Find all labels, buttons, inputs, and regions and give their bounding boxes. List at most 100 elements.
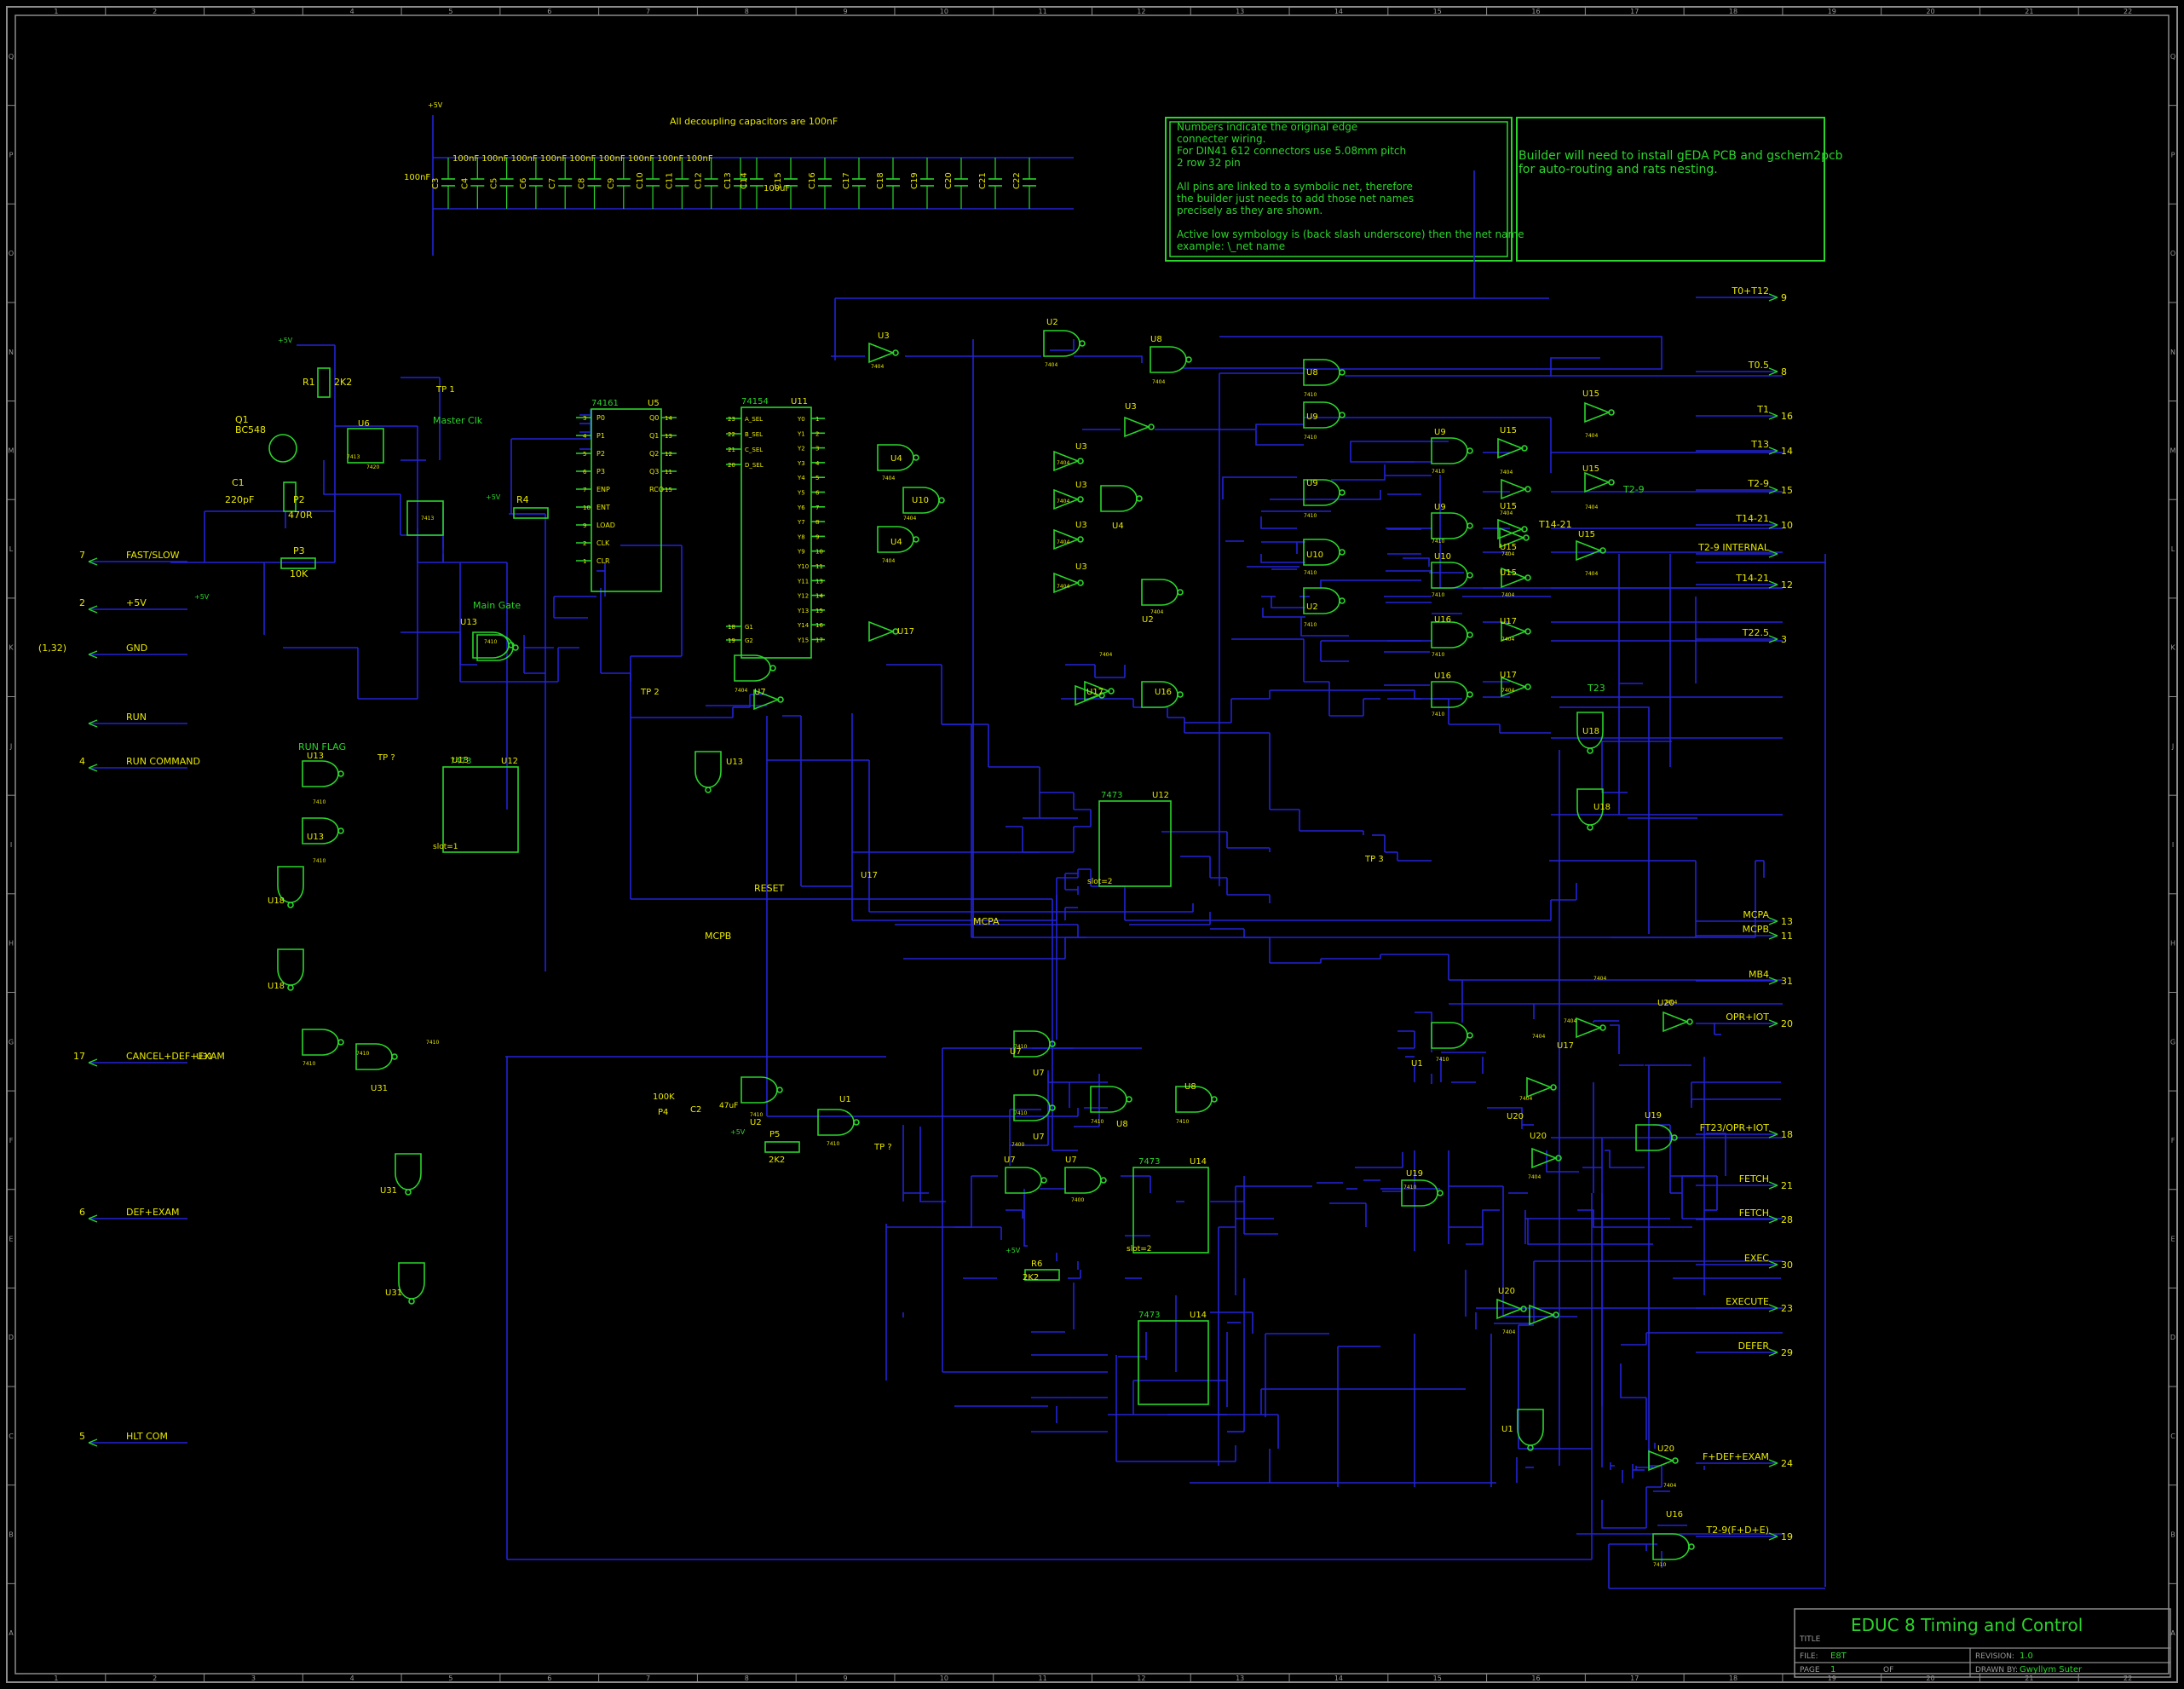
unit-reference: U3 bbox=[1075, 481, 1087, 490]
nand-gate bbox=[355, 1043, 398, 1070]
capacitor-ref: C8 bbox=[578, 178, 587, 189]
edge-note-box: Numbers indicate the original edge connec… bbox=[1165, 117, 1524, 262]
wire bbox=[1050, 339, 1075, 351]
t14-21-label: T14-21 bbox=[1538, 519, 1572, 530]
unit-reference: U16 bbox=[1434, 615, 1451, 625]
gate-type-label: 7410 bbox=[303, 1061, 315, 1067]
unit-reference: U8 bbox=[1306, 368, 1318, 378]
row-index: J bbox=[9, 742, 12, 750]
row-index: I bbox=[2172, 841, 2174, 849]
nand-gate bbox=[1652, 1533, 1695, 1560]
right-port-name: T2-9 INTERNAL bbox=[1697, 542, 1770, 553]
unit-reference: U2 bbox=[1142, 615, 1154, 625]
u11-pin-name: Y3 bbox=[797, 460, 805, 467]
unit-reference: U15 bbox=[1500, 543, 1517, 552]
u11-pin-name: Y10 bbox=[797, 563, 809, 570]
revision-label: REVISION: bbox=[1975, 1652, 2014, 1661]
right-port-pin: 8 bbox=[1781, 366, 1787, 378]
inverter bbox=[1496, 1298, 1527, 1320]
gate-type-label: 7404 bbox=[1501, 551, 1514, 557]
capacitor-ref: C10 bbox=[636, 172, 645, 189]
u5-type: 74161 bbox=[591, 399, 619, 408]
u11-pin-name: Y8 bbox=[797, 533, 805, 540]
right-port-name: T0+T12 bbox=[1731, 285, 1769, 297]
right-port-name: DEFER bbox=[1738, 1340, 1770, 1352]
gate-type-label: 7404 bbox=[1501, 688, 1514, 694]
slot2-label: slot=2 bbox=[1087, 878, 1113, 886]
wire bbox=[1681, 1175, 1704, 1193]
u11-pin-name: Y5 bbox=[797, 490, 805, 497]
row-index: L bbox=[9, 545, 14, 553]
svg-text:Numbers indicate the original: Numbers indicate the original edge connec… bbox=[1177, 121, 1524, 252]
u11-pin-number: 20 bbox=[728, 462, 735, 469]
column-index: 7 bbox=[646, 1675, 650, 1682]
column-index: 3 bbox=[251, 1675, 256, 1682]
resistor bbox=[317, 367, 331, 398]
gate-type-label: 7404 bbox=[1502, 1329, 1515, 1335]
unit-reference: U13 bbox=[460, 618, 477, 627]
row-index: C bbox=[2170, 1432, 2175, 1440]
svg-text:Builder will need to install g: Builder will need to install gEDA PCB an… bbox=[1518, 149, 1843, 176]
u11-pin-number: 7 bbox=[815, 504, 819, 511]
nand-gate bbox=[817, 1109, 860, 1136]
nand-gate bbox=[734, 654, 776, 682]
drawing-title: EDUC 8 Timing and Control bbox=[1851, 1615, 2083, 1635]
row-index: M bbox=[9, 447, 14, 454]
unit-reference: U20 bbox=[1657, 1444, 1674, 1454]
u5-pin-number: 11 bbox=[665, 469, 672, 476]
c3-value: 100nF bbox=[404, 173, 430, 182]
column-index: 14 bbox=[1334, 1675, 1343, 1682]
wire bbox=[1260, 516, 1297, 529]
gate-type-label: 7410 bbox=[484, 639, 497, 645]
c2-value: 47uF bbox=[719, 1102, 738, 1110]
wire bbox=[1074, 355, 1143, 363]
plus5v-label: +5V bbox=[486, 493, 501, 501]
unit-reference: U17 bbox=[1086, 688, 1104, 697]
gate-type-label: 7404 bbox=[1045, 362, 1057, 368]
row-index: A bbox=[9, 1629, 14, 1637]
u11-pin-name: A_SEL bbox=[745, 416, 763, 423]
gate-type-label: 7410 bbox=[1403, 1185, 1416, 1190]
u5-pin-name: Q3 bbox=[649, 468, 659, 476]
column-index: 5 bbox=[448, 8, 452, 15]
nand-gate bbox=[395, 1153, 422, 1196]
right-port-name: T13 bbox=[1750, 439, 1769, 450]
row-index: O bbox=[2170, 250, 2175, 257]
gate-type-label: 7404 bbox=[903, 516, 916, 522]
unit-reference: U15 bbox=[1500, 426, 1517, 435]
right-port-name: EXEC bbox=[1744, 1253, 1769, 1264]
u5-pin-name: Q2 bbox=[649, 450, 659, 458]
right-port-pin: 20 bbox=[1781, 1018, 1793, 1029]
column-index: 9 bbox=[844, 1675, 848, 1682]
column-index: 15 bbox=[1433, 8, 1442, 15]
row-index: G bbox=[2170, 1038, 2175, 1046]
tp-label: TP ? bbox=[873, 1143, 892, 1152]
gate-type-label: 7400 bbox=[1071, 1197, 1084, 1203]
u5-pin-number: 2 bbox=[583, 540, 586, 547]
u5-pin-number: 13 bbox=[665, 433, 672, 440]
capacitor-ref: C7 bbox=[548, 178, 557, 189]
unit-reference: U20 bbox=[1530, 1132, 1547, 1141]
u11-pin-number: 17 bbox=[815, 637, 823, 644]
p5-value: 2K2 bbox=[769, 1156, 785, 1165]
row-index: J bbox=[2171, 742, 2174, 750]
unit-reference: U20 bbox=[1507, 1112, 1524, 1121]
gate-type-label: 7404 bbox=[1528, 1174, 1541, 1180]
column-index: 11 bbox=[1039, 8, 1047, 15]
unit-reference: U13 bbox=[307, 752, 324, 761]
nand-gate bbox=[1517, 1409, 1544, 1451]
left-port-pin: 17 bbox=[73, 1051, 85, 1062]
edge-note-line: Numbers indicate the original edge bbox=[1177, 121, 1357, 133]
plus5v-label: +5V bbox=[278, 337, 293, 344]
wire bbox=[1271, 597, 1305, 608]
left-port-name: HLT COM bbox=[126, 1431, 168, 1442]
unit-reference: U10 bbox=[1306, 551, 1323, 560]
wire bbox=[1219, 336, 1662, 370]
gate-type-label: 7410 bbox=[356, 1051, 369, 1057]
unit-reference: U3 bbox=[1125, 402, 1137, 412]
gate-type-label: 7404 bbox=[1564, 1018, 1576, 1024]
u11-pin-number: 2 bbox=[815, 430, 819, 437]
left-port-pin: 5 bbox=[79, 1431, 85, 1442]
nand-gate bbox=[1431, 1022, 1473, 1049]
gate-type-label: 7404 bbox=[1057, 584, 1069, 590]
